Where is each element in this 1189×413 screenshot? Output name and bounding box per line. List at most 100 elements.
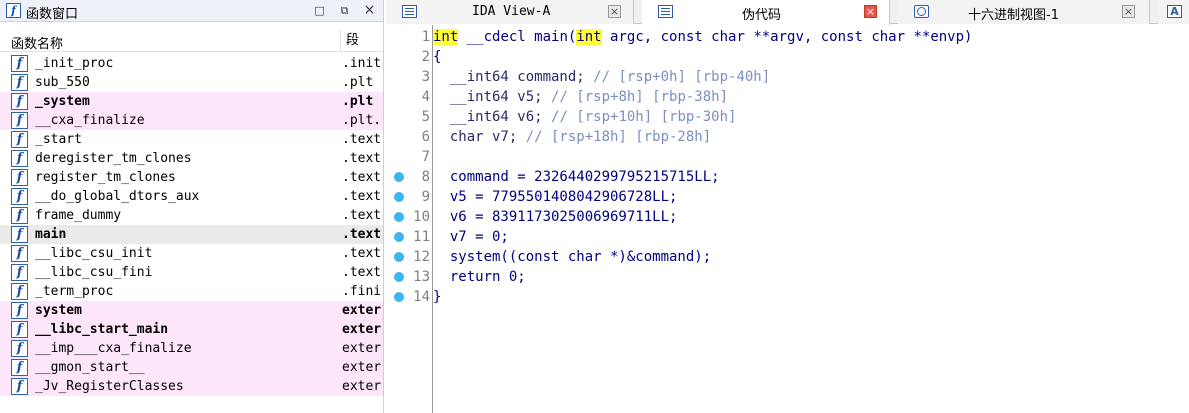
code-line[interactable]: 8 command = 2326440299795215715LL; xyxy=(386,167,1189,187)
hex-view-icon xyxy=(914,5,929,18)
function-icon: f xyxy=(11,169,28,186)
function-row[interactable]: f _Jv_RegisterClasses exter xyxy=(0,377,383,396)
code-line[interactable]: 1 int __cdecl main(int argc, const char *… xyxy=(386,27,1189,47)
code-text: v6 = 8391173025006969711LL; xyxy=(433,207,678,227)
code-token: __cdecl main( xyxy=(458,29,577,45)
code-text: char v7; // [rsp+18h] [rbp-28h] xyxy=(433,127,711,147)
function-segment: .plt xyxy=(342,94,374,109)
function-row[interactable]: f main .text xyxy=(0,225,383,244)
function-icon: f xyxy=(11,226,28,243)
code-token: command = 2326440299795215715LL; xyxy=(433,169,720,185)
function-row[interactable]: f __cxa_finalize .plt. xyxy=(0,111,383,130)
functions-window-titlebar: f 函数窗口 □ ⧉ × xyxy=(0,0,383,22)
tab-ida-view-a[interactable]: IDA View-A × xyxy=(386,0,634,24)
line-number: 14 xyxy=(413,289,430,305)
code-token: __int64 command; xyxy=(433,69,594,85)
function-row[interactable]: f __imp___cxa_finalize exter xyxy=(0,339,383,358)
functions-window: f 函数窗口 □ ⧉ × 函数名称 段 f _init_proc .init f sub… xyxy=(0,0,384,413)
function-icon: f xyxy=(11,283,28,300)
function-row[interactable]: f __libc_csu_init .text xyxy=(0,244,383,263)
function-name: deregister_tm_clones xyxy=(35,151,192,166)
code-line[interactable]: 5 __int64 v6; // [rsp+10h] [rbp-30h] xyxy=(386,107,1189,127)
float-window-icon[interactable]: ⧉ xyxy=(337,3,352,18)
tab-hex-view[interactable]: 十六进制视图-1 × xyxy=(898,0,1150,24)
function-row[interactable]: f __libc_csu_fini .text xyxy=(0,263,383,282)
function-row[interactable]: f _term_proc .fini xyxy=(0,282,383,301)
function-row[interactable]: f __libc_start_main exter xyxy=(0,320,383,339)
column-header-segment[interactable]: 段 xyxy=(340,30,359,52)
function-icon: f xyxy=(11,340,28,357)
line-number: 10 xyxy=(413,209,430,225)
code-text: system((const char *)&command); xyxy=(433,247,711,267)
function-segment: .init xyxy=(342,56,382,71)
code-line[interactable]: 3 __int64 command; // [rsp+0h] [rbp-40h] xyxy=(386,67,1189,87)
code-line[interactable]: 4 __int64 v5; // [rsp+8h] [rbp-38h] xyxy=(386,87,1189,107)
code-text: command = 2326440299795215715LL; xyxy=(433,167,720,187)
code-text: { xyxy=(433,47,441,67)
function-row[interactable]: f system exter xyxy=(0,301,383,320)
function-name: _term_proc xyxy=(35,284,114,299)
function-row[interactable]: f frame_dummy .text xyxy=(0,206,383,225)
function-row[interactable]: f deregister_tm_clones .text xyxy=(0,149,383,168)
function-name: frame_dummy xyxy=(35,208,122,223)
line-number: 8 xyxy=(421,169,430,185)
function-segment: .text xyxy=(342,189,382,204)
tab-pseudocode[interactable]: 伪代码 × xyxy=(642,0,890,25)
function-row[interactable]: f __do_global_dtors_aux .text xyxy=(0,187,383,206)
list-icon xyxy=(402,5,417,18)
tab-label: IDA View-A xyxy=(472,4,551,19)
code-token: // [rsp+0h] [rbp-40h] xyxy=(593,69,771,85)
line-number: 7 xyxy=(421,149,430,165)
function-icon: f xyxy=(11,245,28,262)
functions-window-title: 函数窗口 xyxy=(26,7,79,22)
structures-icon: A xyxy=(1167,5,1182,18)
function-segment: .text xyxy=(342,227,382,242)
function-row[interactable]: f _init_proc .init xyxy=(0,54,383,73)
function-icon: f xyxy=(11,131,28,148)
function-segment: exter xyxy=(342,341,382,356)
function-row[interactable]: f _start .text xyxy=(0,130,383,149)
function-icon: f xyxy=(11,378,28,395)
line-number: 13 xyxy=(413,269,430,285)
code-text: __int64 command; // [rsp+0h] [rbp-40h] xyxy=(433,67,770,87)
function-segment: .text xyxy=(342,208,382,223)
close-window-icon[interactable]: × xyxy=(362,3,377,18)
code-line[interactable]: 12 system((const char *)&command); xyxy=(386,247,1189,267)
pseudocode-view[interactable]: 1 int __cdecl main(int argc, const char *… xyxy=(386,25,1189,413)
line-number: 9 xyxy=(421,189,430,205)
tab-structures[interactable]: A xyxy=(1158,0,1189,24)
line-number: 6 xyxy=(421,129,430,145)
close-tab-icon[interactable]: × xyxy=(1122,5,1135,18)
function-segment: .text xyxy=(342,246,382,261)
code-line[interactable]: 2{ xyxy=(386,47,1189,67)
restore-window-icon[interactable]: □ xyxy=(312,3,327,18)
code-text: return 0; xyxy=(433,267,526,287)
function-row[interactable]: f __gmon_start__ exter xyxy=(0,358,383,377)
function-segment: exter xyxy=(342,379,382,394)
code-text: } xyxy=(433,287,441,307)
code-line[interactable]: 10 v6 = 8391173025006969711LL; xyxy=(386,207,1189,227)
code-token: // [rsp+18h] [rbp-28h] xyxy=(525,129,712,145)
code-line[interactable]: 6 char v7; // [rsp+18h] [rbp-28h] xyxy=(386,127,1189,147)
code-text: int __cdecl main(int argc, const char **… xyxy=(433,27,972,47)
function-name: system xyxy=(35,303,82,318)
function-row[interactable]: f register_tm_clones .text xyxy=(0,168,383,187)
code-line[interactable]: 11 v7 = 0; xyxy=(386,227,1189,247)
code-line[interactable]: 14} xyxy=(386,287,1189,307)
close-tab-icon[interactable]: × xyxy=(608,5,621,18)
list-icon xyxy=(658,5,673,18)
line-number: 4 xyxy=(421,89,430,105)
code-token: // [rsp+10h] [rbp-30h] xyxy=(551,109,737,125)
function-icon: f xyxy=(11,93,28,110)
function-row[interactable]: f sub_550 .plt xyxy=(0,73,383,92)
code-token: return 0; xyxy=(433,269,526,285)
code-token: char v7; xyxy=(433,129,526,145)
code-line[interactable]: 9 v5 = 7795501408042906728LL; xyxy=(386,187,1189,207)
close-tab-icon[interactable]: × xyxy=(864,5,877,18)
column-header-function-name[interactable]: 函数名称 xyxy=(11,33,63,52)
code-line[interactable]: 13 return 0; xyxy=(386,267,1189,287)
function-name: _init_proc xyxy=(35,56,114,71)
code-text: __int64 v6; // [rsp+10h] [rbp-30h] xyxy=(433,107,737,127)
code-line[interactable]: 7 xyxy=(386,147,1189,167)
function-row[interactable]: f _system .plt xyxy=(0,92,383,111)
